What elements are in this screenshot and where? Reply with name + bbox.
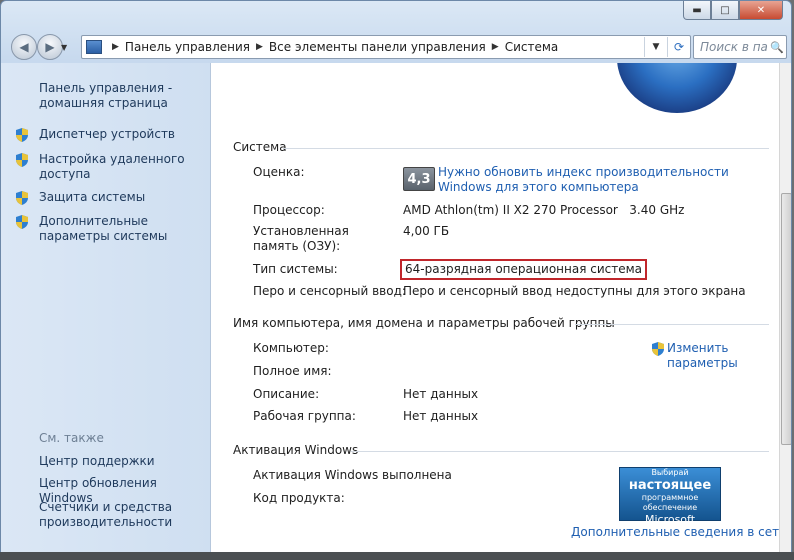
memory-label: Установленная память (ОЗУ): [253, 224, 349, 253]
task-system-protection[interactable]: Защита системы [15, 190, 204, 205]
computer-name-label: Компьютер: [253, 341, 329, 355]
caption-buttons: ▬ □ ✕ [683, 1, 783, 20]
shield-icon [16, 215, 28, 229]
action-center-link[interactable]: Центр поддержки [39, 454, 204, 469]
task-device-manager[interactable]: Диспетчер устройств [15, 127, 204, 142]
task-remote-access[interactable]: Настройка удаленного доступа [15, 152, 204, 182]
windows-logo [617, 63, 737, 113]
badge-line-3: программное обеспечение [641, 493, 699, 512]
breadcrumb-all-items[interactable]: Все элементы панели управления [269, 40, 486, 54]
maximize-button[interactable]: □ [711, 1, 739, 20]
change-settings-label[interactable]: Изменить параметры [667, 341, 743, 371]
control-panel-icon [86, 40, 102, 54]
breadcrumb-separator-icon[interactable]: ▶ [112, 42, 119, 52]
minimize-button[interactable]: ▬ [683, 1, 711, 20]
close-button[interactable]: ✕ [739, 1, 783, 20]
performance-tools-link[interactable]: Счетчики и средства производительности [39, 500, 204, 530]
section-divider [351, 451, 769, 452]
recent-pages-dropdown-icon[interactable]: ▼ [61, 43, 67, 52]
workgroup-value: Нет данных [403, 409, 479, 423]
search-icon[interactable]: 🔍 [768, 41, 786, 54]
pen-touch-label: Перо и сенсорный ввод: [253, 284, 406, 298]
refresh-icon[interactable]: ⟳ [667, 37, 690, 57]
see-also-heading: См. также [39, 431, 104, 445]
shield-icon [652, 342, 664, 356]
search-input[interactable]: Поиск в пан... [694, 40, 768, 54]
task-advanced-settings[interactable]: Дополнительные параметры системы [15, 214, 204, 244]
badge-line-1: Выбирай [651, 468, 689, 477]
section-divider [575, 324, 769, 325]
rating-label: Оценка: [253, 165, 305, 179]
processor-value: AMD Athlon(tm) II X2 270 Processor 3.40 … [403, 203, 685, 217]
forward-button[interactable]: ▶ [37, 34, 63, 60]
shield-icon [16, 153, 28, 167]
scrollbar-thumb[interactable] [781, 193, 791, 445]
full-name-label: Полное имя: [253, 364, 332, 378]
performance-index-badge: 4,3 [403, 167, 435, 191]
change-settings-link[interactable]: Изменить параметры [651, 341, 743, 371]
details-pane: Система Оценка: 4,3 Нужно обновить индек… [211, 63, 779, 553]
workgroup-label: Рабочая группа: [253, 409, 356, 423]
task-label: Диспетчер устройств [39, 127, 176, 141]
task-label: Настройка удаленного доступа [39, 152, 185, 181]
breadcrumb-system[interactable]: Система [505, 40, 559, 54]
address-bar[interactable]: ▶ Панель управления ▶ Все элементы панел… [81, 35, 691, 59]
section-divider [283, 148, 769, 149]
description-value: Нет данных [403, 387, 479, 401]
badge-line-2: настоящее [628, 478, 712, 493]
pen-touch-value: Перо и сенсорный ввод недоступны для это… [403, 284, 746, 298]
more-info-online-link[interactable]: Дополнительные сведения в сети... [571, 525, 779, 539]
memory-value: 4,00 ГБ [403, 224, 450, 238]
shield-icon [16, 191, 28, 205]
shield-icon [16, 128, 28, 142]
computer-section-title: Имя компьютера, имя домена и параметры р… [233, 316, 615, 330]
product-key-label: Код продукта: [253, 491, 345, 505]
genuine-microsoft-badge[interactable]: Выбирай настоящее программное обеспечени… [619, 467, 721, 526]
description-label: Описание: [253, 387, 320, 401]
search-box[interactable]: Поиск в пан... 🔍 [693, 35, 787, 59]
task-pane: Панель управления - домашняя страница Ди… [1, 63, 211, 553]
system-section-title: Система [233, 140, 287, 154]
activation-status: Активация Windows выполнена [253, 468, 452, 482]
system-type-label: Тип системы: [253, 262, 338, 276]
system-window: ▬ □ ✕ ◀ ▶ ▼ ▶ Панель управления ▶ Все эл… [0, 0, 792, 554]
breadcrumb-separator-icon[interactable]: ▶ [492, 42, 499, 52]
activation-section-title: Активация Windows [233, 443, 359, 457]
breadcrumb-control-panel[interactable]: Панель управления [125, 40, 250, 54]
task-label: Дополнительные параметры системы [39, 214, 168, 243]
back-button[interactable]: ◀ [11, 34, 37, 60]
breadcrumb-separator-icon[interactable]: ▶ [256, 42, 263, 52]
vertical-scrollbar[interactable] [779, 63, 791, 553]
navigation-bar: ◀ ▶ ▼ ▶ Панель управления ▶ Все элементы… [1, 31, 791, 63]
control-panel-home-link[interactable]: Панель управления - домашняя страница [39, 81, 204, 111]
performance-index-link[interactable]: Нужно обновить индекс производительности… [438, 165, 768, 195]
desktop-strip [0, 552, 794, 560]
task-label: Защита системы [39, 190, 146, 204]
address-dropdown-icon[interactable]: ▼ [644, 37, 667, 57]
processor-label: Процессор: [253, 203, 325, 217]
system-type-value: 64-разрядная операционная система [400, 259, 648, 280]
